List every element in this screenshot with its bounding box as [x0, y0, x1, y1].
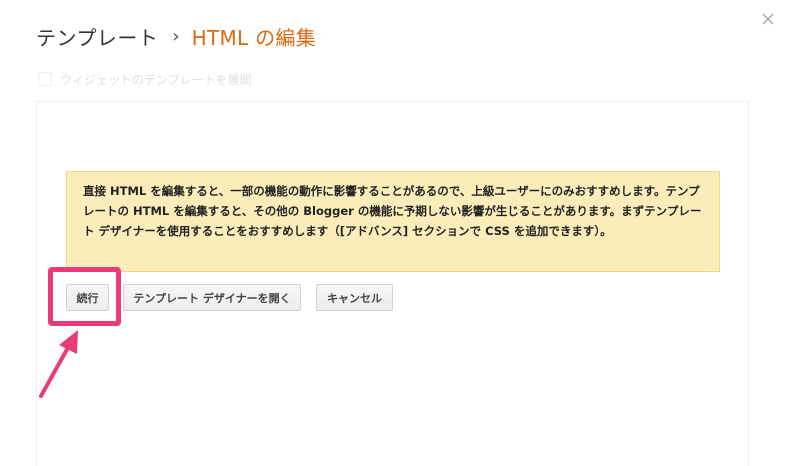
cancel-button[interactable]: キャンセル	[316, 284, 393, 311]
open-template-designer-button[interactable]: テンプレート デザイナーを開く	[123, 284, 301, 311]
template-html-editor-dialog: テンプレート › HTML の編集 ウィジェットのテンプレートを展開 直接 HT…	[0, 0, 789, 466]
expand-widget-templates-label: ウィジェットのテンプレートを展開	[60, 72, 252, 87]
page-title: HTML の編集	[191, 25, 317, 50]
breadcrumb-separator: ›	[172, 25, 180, 47]
close-icon[interactable]	[757, 8, 779, 30]
breadcrumb-template-link[interactable]: テンプレート	[36, 22, 158, 51]
breadcrumb: テンプレート › HTML の編集	[36, 20, 316, 52]
warning-text: 直接 HTML を編集すると、一部の機能の動作に影響することがあるので、上級ユー…	[83, 184, 702, 238]
continue-button[interactable]: 続行	[66, 284, 109, 311]
expand-widget-templates-option: ウィジェットのテンプレートを展開	[38, 70, 252, 88]
warning-message: 直接 HTML を編集すると、一部の機能の動作に影響することがあるので、上級ユー…	[66, 171, 720, 272]
expand-widget-templates-checkbox[interactable]	[38, 72, 52, 86]
